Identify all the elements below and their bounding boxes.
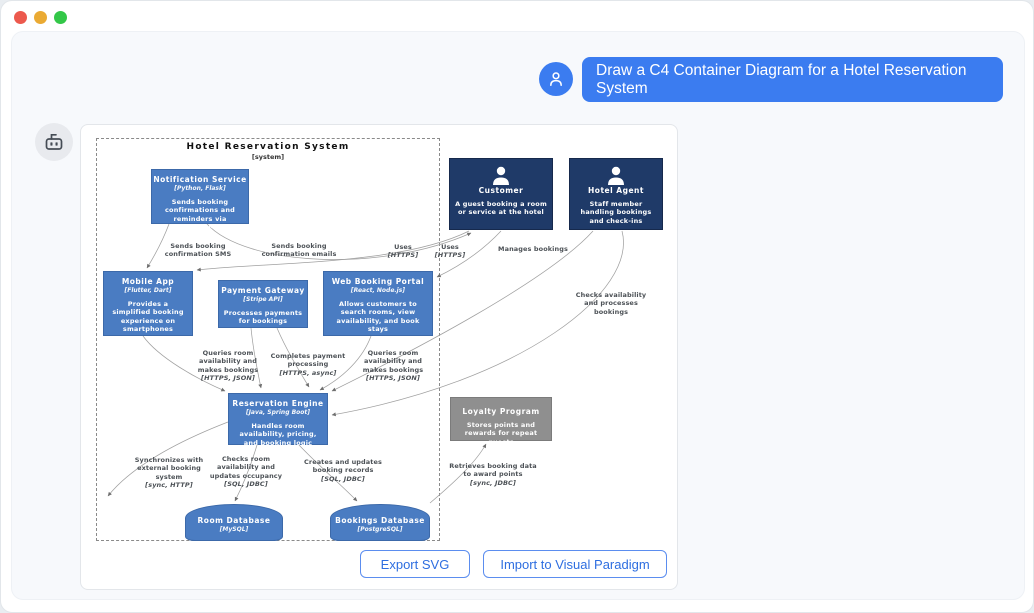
node-title: Payment Gateway xyxy=(221,286,305,295)
person-icon xyxy=(490,166,512,186)
user-message-bubble: Draw a C4 Container Diagram for a Hotel … xyxy=(582,57,1003,102)
node-reservation-engine[interactable]: Reservation Engine [Java, Spring Boot] H… xyxy=(228,393,328,445)
node-description: Stores points and rewards for repeat gue… xyxy=(451,421,551,446)
edge-label-completes-payment: Completes payment processing[HTTPS, asyn… xyxy=(267,352,349,377)
node-tech: [React, Node.js] xyxy=(351,287,405,294)
node-bookings-database[interactable]: Bookings Database [PostgreSQL] xyxy=(330,504,430,541)
node-title: Hotel Agent xyxy=(588,186,644,195)
node-notification-service[interactable]: Notification Service [Python, Flask] Sen… xyxy=(151,169,249,224)
node-title: Reservation Engine xyxy=(232,399,323,408)
node-tech: [PostgreSQL] xyxy=(357,526,402,533)
node-description: A guest booking a room or service at the… xyxy=(450,200,552,217)
edge-label-checks-availability: Checks availability and processes bookin… xyxy=(571,291,651,316)
minimize-window-button[interactable] xyxy=(34,11,47,24)
diagram-canvas[interactable]: Hotel Reservation System [system] xyxy=(80,124,678,590)
node-description: Provides a simplified booking experience… xyxy=(104,300,192,334)
node-title: Web Booking Portal xyxy=(332,277,425,286)
node-title: Room Database xyxy=(198,516,271,525)
edge-label-uses-1: Uses[HTTPS] xyxy=(383,243,423,260)
node-customer[interactable]: Customer A guest booking a room or servi… xyxy=(449,158,553,230)
edge-label-queries-right: Queries room availability and makes book… xyxy=(354,349,432,383)
node-payment-gateway[interactable]: Payment Gateway [Stripe API] Processes p… xyxy=(218,280,308,328)
node-description: Allows customers to search rooms, view a… xyxy=(324,300,432,334)
user-avatar xyxy=(539,62,573,96)
person-icon xyxy=(605,166,627,186)
node-room-database[interactable]: Room Database [MySQL] xyxy=(185,504,283,541)
node-title: Mobile App xyxy=(122,277,174,286)
person-icon xyxy=(546,69,566,89)
assistant-avatar xyxy=(35,123,73,161)
chat-panel: Draw a C4 Container Diagram for a Hotel … xyxy=(11,31,1025,600)
system-boundary-title: Hotel Reservation System xyxy=(96,142,440,152)
edge-label-checks-room: Checks room availability and updates occ… xyxy=(204,455,288,489)
edge-label-retrieves-booking: Retrieves booking data to award points[s… xyxy=(447,462,539,487)
robot-icon xyxy=(42,130,66,154)
maximize-window-button[interactable] xyxy=(54,11,67,24)
edge-label-uses-2: Uses[HTTPS] xyxy=(430,243,470,260)
edge-label-manages-bookings: Manages bookings xyxy=(487,245,579,253)
node-tech: [Java, Spring Boot] xyxy=(246,409,310,416)
node-tech: [Flutter, Dart] xyxy=(124,287,171,294)
node-title: Customer xyxy=(479,186,524,195)
system-boundary-subtitle: [system] xyxy=(96,153,440,161)
node-description: Handles room availability, pricing, and … xyxy=(229,422,327,447)
node-title: Bookings Database xyxy=(335,516,425,525)
edge-label-synchronizes: Synchronizes with external booking syste… xyxy=(131,456,207,490)
user-message-text: Draw a C4 Container Diagram for a Hotel … xyxy=(596,62,989,98)
node-description: Sends booking confirmations and reminder… xyxy=(152,198,248,232)
node-title: Notification Service xyxy=(153,175,246,184)
node-title: Loyalty Program xyxy=(462,407,539,416)
close-window-button[interactable] xyxy=(14,11,27,24)
node-tech: [Stripe API] xyxy=(243,296,282,303)
edge-label-sends-emails: Sends booking confirmation emails xyxy=(261,242,337,259)
edge-label-queries-left: Queries room availability and makes book… xyxy=(189,349,267,383)
import-visual-paradigm-button[interactable]: Import to Visual Paradigm xyxy=(483,550,667,578)
node-description: Staff member handling bookings and check… xyxy=(570,200,662,225)
export-svg-button[interactable]: Export SVG xyxy=(360,550,470,578)
node-loyalty-program[interactable]: Loyalty Program Stores points and reward… xyxy=(450,397,552,441)
node-tech: [Python, Flask] xyxy=(174,185,225,192)
node-description: Processes payments for bookings xyxy=(219,309,307,326)
app-window: Draw a C4 Container Diagram for a Hotel … xyxy=(0,0,1034,613)
node-hotel-agent[interactable]: Hotel Agent Staff member handling bookin… xyxy=(569,158,663,230)
node-tech: [MySQL] xyxy=(220,526,249,533)
edge-label-creates-records: Creates and updates booking records[SQL,… xyxy=(297,458,389,483)
edge-label-sends-sms: Sends booking confirmation SMS xyxy=(163,242,233,259)
node-mobile-app[interactable]: Mobile App [Flutter, Dart] Provides a si… xyxy=(103,271,193,336)
node-web-booking-portal[interactable]: Web Booking Portal [React, Node.js] Allo… xyxy=(323,271,433,336)
